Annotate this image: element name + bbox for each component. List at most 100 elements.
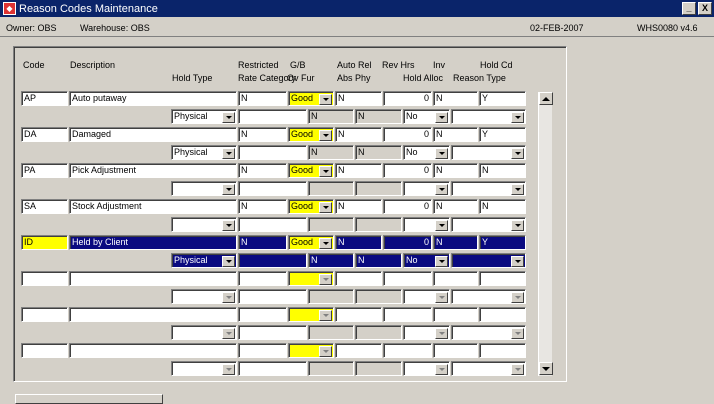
rate-category-field[interactable] [238,181,307,196]
restricted-field[interactable]: N [238,199,287,214]
hold-alloc-select[interactable] [403,181,450,196]
hold-cd-field[interactable] [479,271,526,286]
chevron-down-icon[interactable] [222,328,235,339]
reason-type-select[interactable] [451,289,526,304]
chevron-down-icon[interactable] [511,256,524,267]
hold-alloc-select[interactable]: No [403,109,450,124]
description-field[interactable] [69,271,237,286]
inv-field[interactable]: N [433,235,478,250]
abs-phy-field[interactable]: N [355,253,402,268]
ov-fur-field[interactable]: N [308,109,354,124]
gb-select[interactable] [288,343,334,358]
description-field[interactable]: Stock Adjustment [69,199,237,214]
ov-fur-field[interactable] [308,289,354,304]
hold-alloc-select[interactable]: No [403,145,450,160]
gb-select[interactable] [288,271,334,286]
chevron-down-icon[interactable] [511,148,524,159]
hold-type-select[interactable] [171,289,237,304]
code-field[interactable]: PA [21,163,68,178]
minimize-button[interactable]: _ [682,2,696,15]
code-field[interactable] [21,271,68,286]
auto-rel-field[interactable]: N [335,127,382,142]
inv-field[interactable]: N [433,163,478,178]
rev-hrs-field[interactable]: 0 [383,199,432,214]
code-field[interactable] [21,343,68,358]
chevron-down-icon[interactable] [511,364,524,375]
auto-rel-field[interactable]: N [335,235,382,250]
abs-phy-field[interactable]: N [355,109,402,124]
chevron-down-icon[interactable] [435,328,448,339]
ov-fur-field[interactable] [308,181,354,196]
rev-hrs-field[interactable] [383,307,432,322]
gb-select[interactable]: Good [288,235,334,250]
chevron-down-icon[interactable] [319,310,332,321]
reason-type-select[interactable] [451,109,526,124]
chevron-down-icon[interactable] [435,256,448,267]
code-field[interactable]: ID [21,235,68,250]
abs-phy-field[interactable] [355,325,402,340]
restricted-field[interactable]: N [238,235,287,250]
ov-fur-field[interactable]: N [308,253,354,268]
inv-field[interactable]: N [433,199,478,214]
chevron-down-icon[interactable] [435,112,448,123]
restricted-field[interactable] [238,271,287,286]
hold-alloc-select[interactable]: No [403,253,450,268]
chevron-down-icon[interactable] [319,202,332,213]
restricted-field[interactable]: N [238,127,287,142]
chevron-down-icon[interactable] [435,148,448,159]
reason-type-select[interactable] [451,181,526,196]
chevron-down-icon[interactable] [435,220,448,231]
hold-alloc-select[interactable] [403,361,450,376]
abs-phy-field[interactable] [355,289,402,304]
chevron-down-icon[interactable] [435,364,448,375]
gb-select[interactable] [288,307,334,322]
abs-phy-field[interactable] [355,361,402,376]
rate-category-field[interactable] [238,325,307,340]
inv-field[interactable] [433,343,478,358]
chevron-down-icon[interactable] [222,220,235,231]
abs-phy-field[interactable] [355,181,402,196]
reason-type-select[interactable] [451,361,526,376]
rate-category-field[interactable] [238,361,307,376]
chevron-down-icon[interactable] [222,256,235,267]
chevron-down-icon[interactable] [435,292,448,303]
restricted-field[interactable]: N [238,163,287,178]
auto-rel-field[interactable]: N [335,199,382,214]
code-field[interactable] [21,307,68,322]
description-field[interactable]: Pick Adjustment [69,163,237,178]
hold-alloc-select[interactable] [403,325,450,340]
chevron-down-icon[interactable] [319,94,332,105]
scroll-up-icon[interactable] [539,92,553,105]
hold-cd-field[interactable]: Y [479,235,526,250]
vertical-scrollbar[interactable] [538,92,553,376]
hold-alloc-select[interactable] [403,217,450,232]
ov-fur-field[interactable]: N [308,145,354,160]
auto-rel-field[interactable]: N [335,163,382,178]
chevron-down-icon[interactable] [511,184,524,195]
auto-rel-field[interactable] [335,343,382,358]
hold-cd-field[interactable]: N [479,199,526,214]
code-field[interactable]: AP [21,91,68,106]
restricted-field[interactable]: N [238,91,287,106]
rate-category-field[interactable] [238,145,307,160]
hold-alloc-select[interactable] [403,289,450,304]
inv-field[interactable] [433,307,478,322]
reason-type-select[interactable] [451,145,526,160]
chevron-down-icon[interactable] [511,292,524,303]
abs-phy-field[interactable]: N [355,145,402,160]
description-field[interactable]: Damaged [69,127,237,142]
chevron-down-icon[interactable] [222,112,235,123]
reason-type-select[interactable] [451,325,526,340]
inv-field[interactable]: N [433,127,478,142]
chevron-down-icon[interactable] [222,364,235,375]
rate-category-field[interactable] [238,217,307,232]
rate-category-field[interactable] [238,253,307,268]
rev-hrs-field[interactable]: 0 [383,91,432,106]
hold-type-select[interactable] [171,181,237,196]
scroll-down-icon[interactable] [539,362,553,375]
code-field[interactable]: SA [21,199,68,214]
reason-type-select[interactable] [451,217,526,232]
chevron-down-icon[interactable] [435,184,448,195]
hold-cd-field[interactable] [479,343,526,358]
ov-fur-field[interactable] [308,325,354,340]
